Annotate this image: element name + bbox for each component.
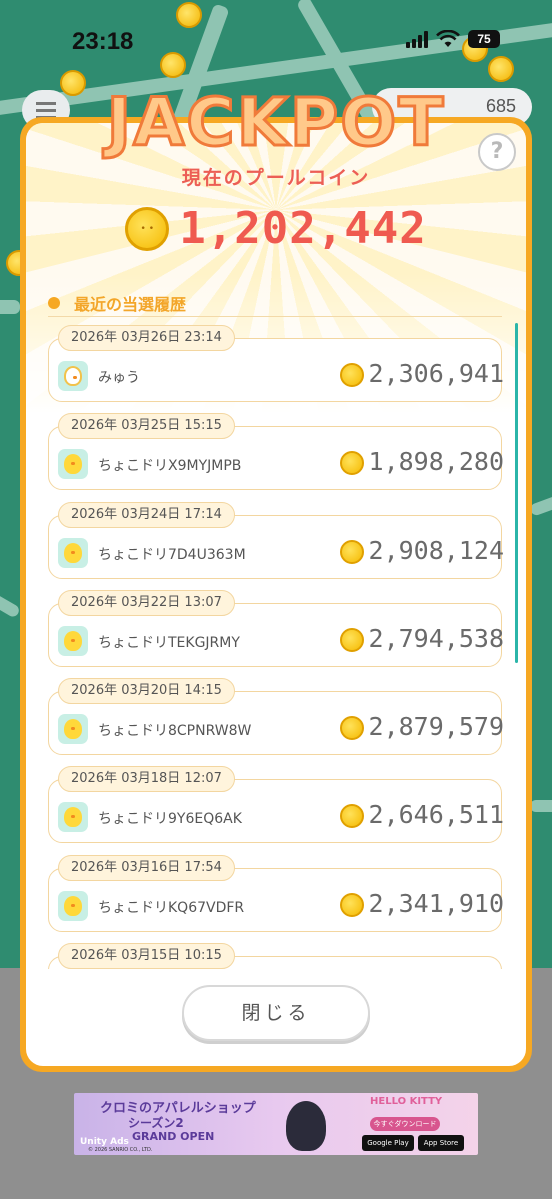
entry-date: 2026年 03月25日 15:15 bbox=[58, 413, 235, 440]
pool-value: 1,202,442 bbox=[179, 203, 427, 254]
chick-coin-icon bbox=[340, 892, 364, 917]
app-store-badge[interactable]: App Store bbox=[418, 1135, 464, 1151]
ad-unity-label: Unity Ads bbox=[80, 1137, 129, 1147]
entry-date: 2026年 03月20日 14:15 bbox=[58, 678, 235, 705]
entry-date: 2026年 03月15日 10:15 bbox=[58, 943, 235, 969]
status-time: 23:18 bbox=[72, 28, 134, 55]
chick-avatar-icon bbox=[58, 625, 88, 656]
history-entry: 2026年 03月20日 14:15 ちょこドリ8CPNRW8W 2,879,579 bbox=[48, 676, 514, 764]
google-play-badge[interactable]: Google Play bbox=[362, 1135, 414, 1151]
wifi-icon bbox=[436, 30, 460, 47]
kuromi-character-icon bbox=[286, 1101, 326, 1151]
win-amount: 2,794,538 bbox=[368, 623, 504, 653]
win-amount: 2,341,910 bbox=[368, 888, 504, 918]
entry-date: 2026年 03月26日 23:14 bbox=[58, 325, 235, 351]
chick-coin-icon bbox=[340, 539, 364, 564]
entry-date: 2026年 03月16日 17:54 bbox=[58, 854, 235, 881]
history-title: 最近の当選履歴 bbox=[74, 295, 187, 314]
chick-coin-icon bbox=[340, 716, 364, 741]
history-entry: 2026年 03月25日 15:15 ちょこドリX9MYJMPB 1,898,280 bbox=[48, 411, 514, 499]
winner-name: ちょこドリKQ67VDFR bbox=[98, 899, 245, 916]
close-button[interactable]: 閉じる bbox=[182, 985, 370, 1041]
history-entry: 2026年 03月15日 10:15 bbox=[48, 941, 514, 969]
chick-avatar-icon bbox=[58, 537, 88, 568]
jackpot-modal: 現在のプールコイン • • 1,202,442 ? 最近の当選履歴 2026年 … bbox=[20, 117, 532, 1072]
chick-avatar-icon bbox=[58, 714, 88, 745]
win-amount: 2,646,511 bbox=[368, 800, 504, 830]
ad-grand-open: GRAND OPEN bbox=[132, 1130, 215, 1143]
scrollbar[interactable] bbox=[515, 323, 518, 663]
history-list[interactable]: 2026年 03月26日 23:14 みゅう 2,306,941 2026年 03月2… bbox=[48, 323, 514, 969]
win-amount: 2,306,941 bbox=[368, 359, 504, 388]
divider bbox=[48, 316, 502, 317]
history-entry: 2026年 03月26日 23:14 みゅう 2,306,941 bbox=[48, 323, 514, 411]
winner-name: ちょこドリ7D4U363M bbox=[98, 546, 246, 563]
win-amount: 2,879,579 bbox=[368, 712, 504, 742]
ad-subtitle: シーズン2 bbox=[128, 1116, 184, 1130]
entry-date: 2026年 03月22日 13:07 bbox=[58, 589, 235, 616]
ad-copyright: © 2026 SANRIO CO., LTD. bbox=[88, 1147, 153, 1153]
entry-date: 2026年 03月24日 17:14 bbox=[58, 501, 235, 528]
ad-banner[interactable]: クロミのアパレルショップ シーズン2 GRAND OPEN Unity Ads … bbox=[74, 1093, 478, 1155]
history-entry: 2026年 03月16日 17:54 ちょこドリKQ67VDFR 2,341,910 bbox=[48, 853, 514, 941]
winner-name: ちょこドリX9MYJMPB bbox=[98, 458, 242, 475]
ad-cta-button[interactable]: 今すぐダウンロード bbox=[370, 1117, 440, 1131]
winner-name: ちょこドリ9Y6EQ6AK bbox=[98, 811, 242, 828]
winner-name: ちょこドリ8CPNRW8W bbox=[98, 723, 252, 740]
history-entry: 2026年 03月24日 17:14 ちょこドリ7D4U363M 2,908,124 bbox=[48, 500, 514, 588]
entry-date: 2026年 03月18日 12:07 bbox=[58, 766, 235, 793]
chick-coin-icon bbox=[340, 627, 364, 652]
chick-avatar-icon bbox=[58, 890, 88, 921]
chick-coin-icon bbox=[340, 363, 364, 387]
history-entry: 2026年 03月18日 12:07 ちょこドリ9Y6EQ6AK 2,646,511 bbox=[48, 764, 514, 852]
winner-name: ちょこドリTEKGJRMY bbox=[98, 634, 240, 651]
history-entry: 2026年 03月22日 13:07 ちょこドリTEKGJRMY 2,794,538 bbox=[48, 588, 514, 676]
ad-brand: HELLO KITTY bbox=[370, 1096, 443, 1107]
win-amount: 2,908,124 bbox=[368, 535, 504, 565]
mew-avatar-icon bbox=[58, 361, 88, 391]
bullet-icon bbox=[48, 297, 60, 309]
jackpot-title-wrap: JACKPOT bbox=[26, 83, 526, 168]
winner-name: みゅう bbox=[98, 370, 140, 386]
chick-avatar-icon bbox=[58, 802, 88, 833]
chick-avatar-icon bbox=[58, 449, 88, 480]
cellular-signal-icon bbox=[406, 30, 428, 48]
win-amount: 1,898,280 bbox=[368, 447, 504, 477]
chick-coin-icon: • • bbox=[125, 206, 170, 251]
battery-icon: 75 bbox=[468, 30, 500, 48]
status-bar: 23:18 75 bbox=[0, 0, 552, 80]
jackpot-title: JACKPOT bbox=[105, 83, 446, 163]
